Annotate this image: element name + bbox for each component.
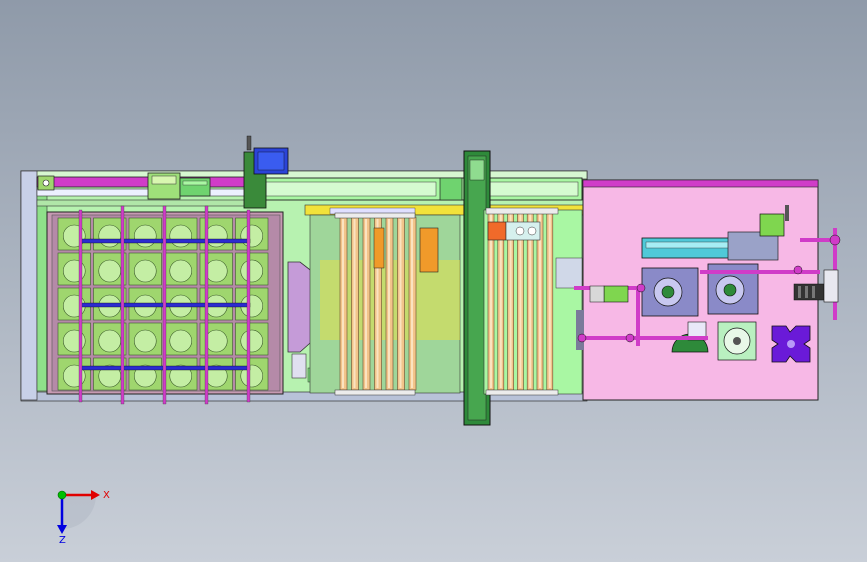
tray-disc (133, 259, 157, 283)
tray-disc (133, 224, 157, 248)
tray-disc (169, 329, 193, 353)
column-bank-left (309, 212, 461, 396)
y-axis-dot (57, 490, 67, 500)
column-highlight (411, 219, 413, 388)
tray-disc (240, 224, 264, 248)
tray-storage-rack (46, 205, 284, 405)
column-highlight (548, 214, 551, 388)
tray-disc (133, 329, 157, 353)
axis-triad: X Z (57, 490, 110, 546)
gear-unit (717, 321, 757, 361)
rotary-unit-1 (641, 267, 699, 317)
x-axis-label: X (103, 490, 110, 501)
column-highlight (399, 219, 402, 388)
top-gantry-rail (36, 175, 248, 207)
column-highlight (353, 219, 356, 388)
tray-disc (98, 259, 122, 283)
servo-motor-right (589, 285, 629, 303)
tray-disc (240, 329, 264, 353)
cross-fixture (771, 325, 811, 363)
tray-disc (204, 224, 228, 248)
column-highlight (388, 219, 390, 388)
cad-viewport[interactable]: X Z (0, 0, 867, 562)
tray-disc (169, 224, 193, 248)
z-axis-label: Z (59, 535, 66, 546)
tray-disc (204, 329, 228, 353)
tray-disc (169, 259, 193, 283)
column-bank-right (483, 207, 583, 396)
tray-disc (240, 259, 264, 283)
column-highlight (342, 219, 344, 388)
column-highlight (365, 219, 367, 388)
tray-disc (204, 259, 228, 283)
tray-disc (98, 224, 122, 248)
tray-disc (98, 329, 122, 353)
